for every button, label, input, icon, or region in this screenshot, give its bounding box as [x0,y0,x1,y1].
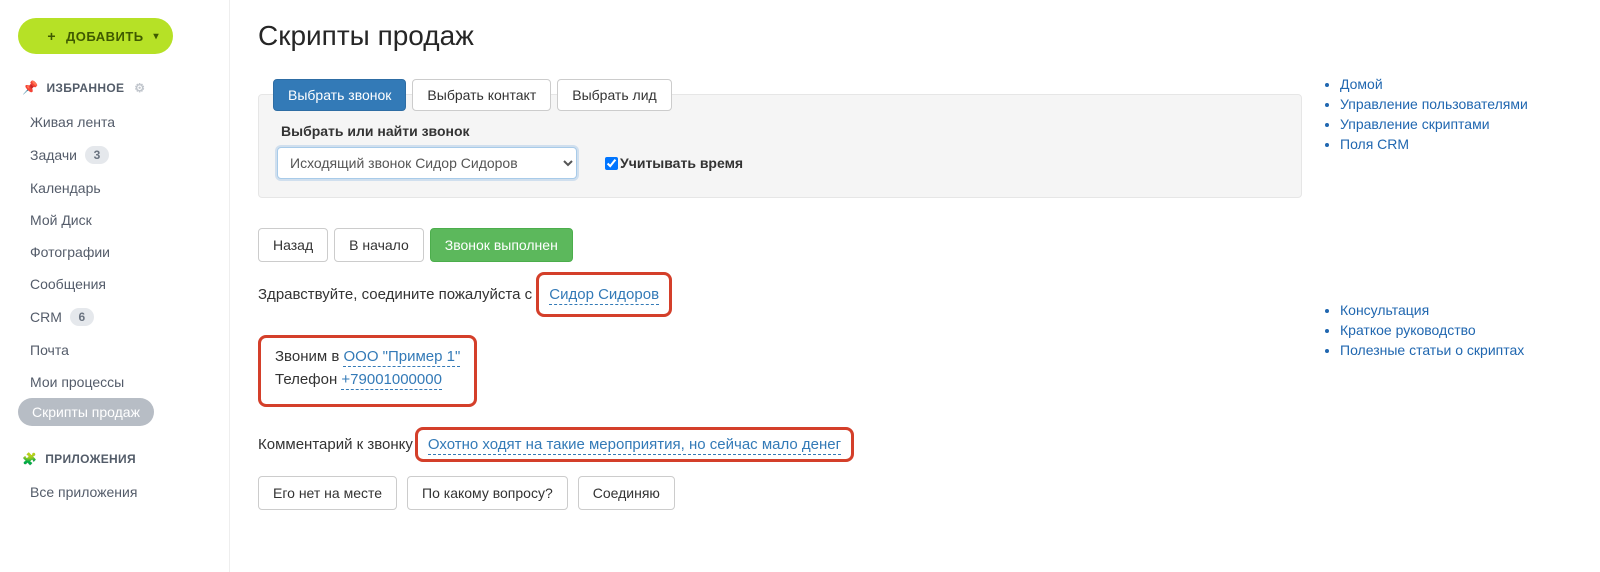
tab-select-lead[interactable]: Выбрать лид [557,79,671,111]
link-users[interactable]: Управление пользователями [1340,96,1572,112]
apps-header-label: ПРИЛОЖЕНИЯ [45,452,136,466]
nav-item-processes[interactable]: Мои процессы [18,366,211,398]
nav-item-all-apps[interactable]: Все приложения [18,476,211,508]
apps-header: 🧩 ПРИЛОЖЕНИЯ [18,452,211,466]
time-label: Учитывать время [620,155,743,171]
comment-line: Комментарий к звонку Охотно ходят на так… [258,427,1302,462]
pin-icon: 📌 [22,80,39,96]
comment-link[interactable]: Охотно ходят на такие мероприятия, но се… [428,436,841,455]
selection-panel: Выбрать звонок Выбрать контакт Выбрать л… [258,94,1302,198]
page-title: Скрипты продаж [258,20,1572,52]
favorites-header-label: ИЗБРАННОЕ [47,81,125,95]
favorites-header: 📌 ИЗБРАННОЕ ⚙ [18,80,211,96]
call-done-button[interactable]: Звонок выполнен [430,228,573,262]
company-line: Звоним в ООО "Пример 1" [275,348,460,365]
badge: 6 [70,308,94,326]
contact-link[interactable]: Сидор Сидоров [549,286,659,305]
link-consult[interactable]: Консультация [1340,302,1572,318]
option-connecting[interactable]: Соединяю [578,476,675,510]
right-links-admin: Домой Управление пользователями Управлен… [1322,76,1572,152]
call-info-highlight: Звоним в ООО "Пример 1" Телефон +7900100… [258,335,477,407]
nav-item-scripts[interactable]: Скрипты продаж [18,398,154,426]
time-checkbox[interactable] [605,157,618,170]
option-what-about[interactable]: По какому вопросу? [407,476,568,510]
nav-item-tasks[interactable]: Задачи3 [18,138,211,172]
call-select[interactable]: Исходящий звонок Сидор Сидоров [277,147,577,179]
nav-item-feed[interactable]: Живая лента [18,106,211,138]
nav-item-messages[interactable]: Сообщения [18,268,211,300]
select-call-label: Выбрать или найти звонок [281,123,1283,139]
gear-icon[interactable]: ⚙ [134,81,145,95]
badge: 3 [85,146,109,164]
nav-item-crm[interactable]: CRM6 [18,300,211,334]
nav-item-calendar[interactable]: Календарь [18,172,211,204]
link-scripts[interactable]: Управление скриптами [1340,116,1572,132]
phone-link[interactable]: +79001000000 [341,371,442,390]
add-button-label: ДОБАВИТЬ [66,29,144,44]
comment-highlight: Охотно ходят на такие мероприятия, но се… [415,427,854,462]
option-not-here[interactable]: Его нет на месте [258,476,397,510]
link-home[interactable]: Домой [1340,76,1572,92]
chevron-down-icon: ▾ [153,31,159,42]
add-button[interactable]: + ДОБАВИТЬ ▾ [18,18,173,54]
right-links-help: Консультация Краткое руководство Полезны… [1322,302,1572,358]
greeting-line: Здравствуйте, соедините пожалуйста с Сид… [258,272,1302,317]
plus-icon: + [47,28,56,44]
time-checkbox-wrap[interactable]: Учитывать время [605,155,743,171]
link-articles[interactable]: Полезные статьи о скриптах [1340,342,1572,358]
link-crm-fields[interactable]: Поля CRM [1340,136,1572,152]
link-guide[interactable]: Краткое руководство [1340,322,1572,338]
back-button[interactable]: Назад [258,228,328,262]
phone-line: Телефон +79001000000 [275,371,460,388]
start-button[interactable]: В начало [334,228,424,262]
nav-item-photos[interactable]: Фотографии [18,236,211,268]
nav-list: Живая лента Задачи3 Календарь Мой Диск Ф… [18,106,211,426]
main: Скрипты продаж Выбрать звонок Выбрать ко… [230,0,1600,572]
tab-select-contact[interactable]: Выбрать контакт [412,79,551,111]
nav-item-mail[interactable]: Почта [18,334,211,366]
nav-item-disk[interactable]: Мой Диск [18,204,211,236]
apps-icon: 🧩 [22,452,37,466]
company-link[interactable]: ООО "Пример 1" [343,348,460,367]
sidebar: + ДОБАВИТЬ ▾ 📌 ИЗБРАННОЕ ⚙ Живая лента З… [0,0,230,572]
contact-highlight: Сидор Сидоров [536,272,672,317]
tab-select-call[interactable]: Выбрать звонок [273,79,406,111]
